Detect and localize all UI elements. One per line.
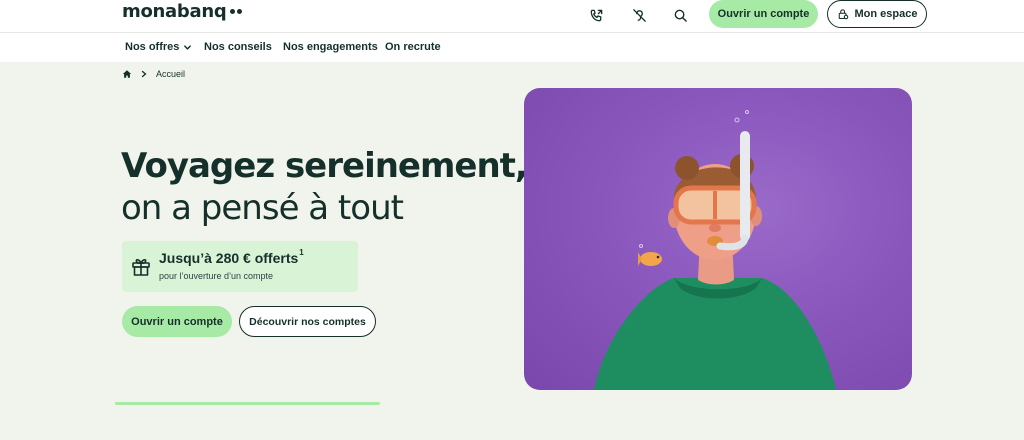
nav-item-careers[interactable]: On recrute xyxy=(385,41,441,53)
my-space-label: Mon espace xyxy=(854,8,918,20)
offer-amount-text: Jusqu’à 280 € offerts xyxy=(159,250,299,266)
brand-logo[interactable]: monabanq xyxy=(122,1,243,22)
nav-item-advice[interactable]: Nos conseils xyxy=(204,41,272,53)
discover-accounts-button[interactable]: Découvrir nos comptes xyxy=(239,306,376,337)
nav-item-commitments[interactable]: Nos engagements xyxy=(283,41,378,53)
offer-subtitle: pour l’ouverture d’un compte xyxy=(159,271,274,281)
nav-item-label: Nos offres xyxy=(125,41,180,53)
gift-icon xyxy=(132,259,150,276)
snorkel-diver-illustration xyxy=(594,110,836,390)
search-icon[interactable] xyxy=(667,2,693,28)
offer-banner: Jusqu’à 280 € offerts1 pour l’ouverture … xyxy=(122,241,358,292)
chevron-right-icon xyxy=(141,70,147,78)
hero-title: Voyagez sereinement, on a pensé à tout xyxy=(121,145,528,229)
hero-image xyxy=(524,88,912,390)
offer-footnote[interactable]: 1 xyxy=(299,248,303,257)
hero-open-account-button[interactable]: Ouvrir un compte xyxy=(122,306,232,337)
chevron-down-icon xyxy=(184,44,192,50)
nav-item-offers[interactable]: Nos offres xyxy=(125,41,192,53)
home-icon[interactable] xyxy=(122,69,132,79)
open-account-button[interactable]: Ouvrir un compte xyxy=(709,0,818,28)
hero-title-line1: Voyagez sereinement, xyxy=(121,146,528,186)
nav-item-label: Nos conseils xyxy=(204,41,272,53)
top-bar: monabanq Ouvrir un compte Mon espace xyxy=(0,0,1024,33)
main-nav: Nos offres Nos conseils Nos engagements … xyxy=(0,33,1024,62)
nav-item-label: Nos engagements xyxy=(283,41,378,53)
logo-text: monabanq xyxy=(122,1,227,22)
nav-item-label: On recrute xyxy=(385,41,441,53)
offer-amount: Jusqu’à 280 € offerts1 xyxy=(159,248,304,266)
my-space-button[interactable]: Mon espace xyxy=(827,0,927,28)
breadcrumb: Accueil xyxy=(122,69,185,79)
hero-title-line2: on a pensé à tout xyxy=(121,188,404,228)
lock-icon xyxy=(838,9,848,20)
breadcrumb-current: Accueil xyxy=(156,69,186,79)
accessibility-icon[interactable] xyxy=(626,2,652,28)
phone-icon[interactable] xyxy=(583,2,609,28)
logo-dots xyxy=(230,9,243,14)
carousel-progress-bar xyxy=(115,402,380,405)
